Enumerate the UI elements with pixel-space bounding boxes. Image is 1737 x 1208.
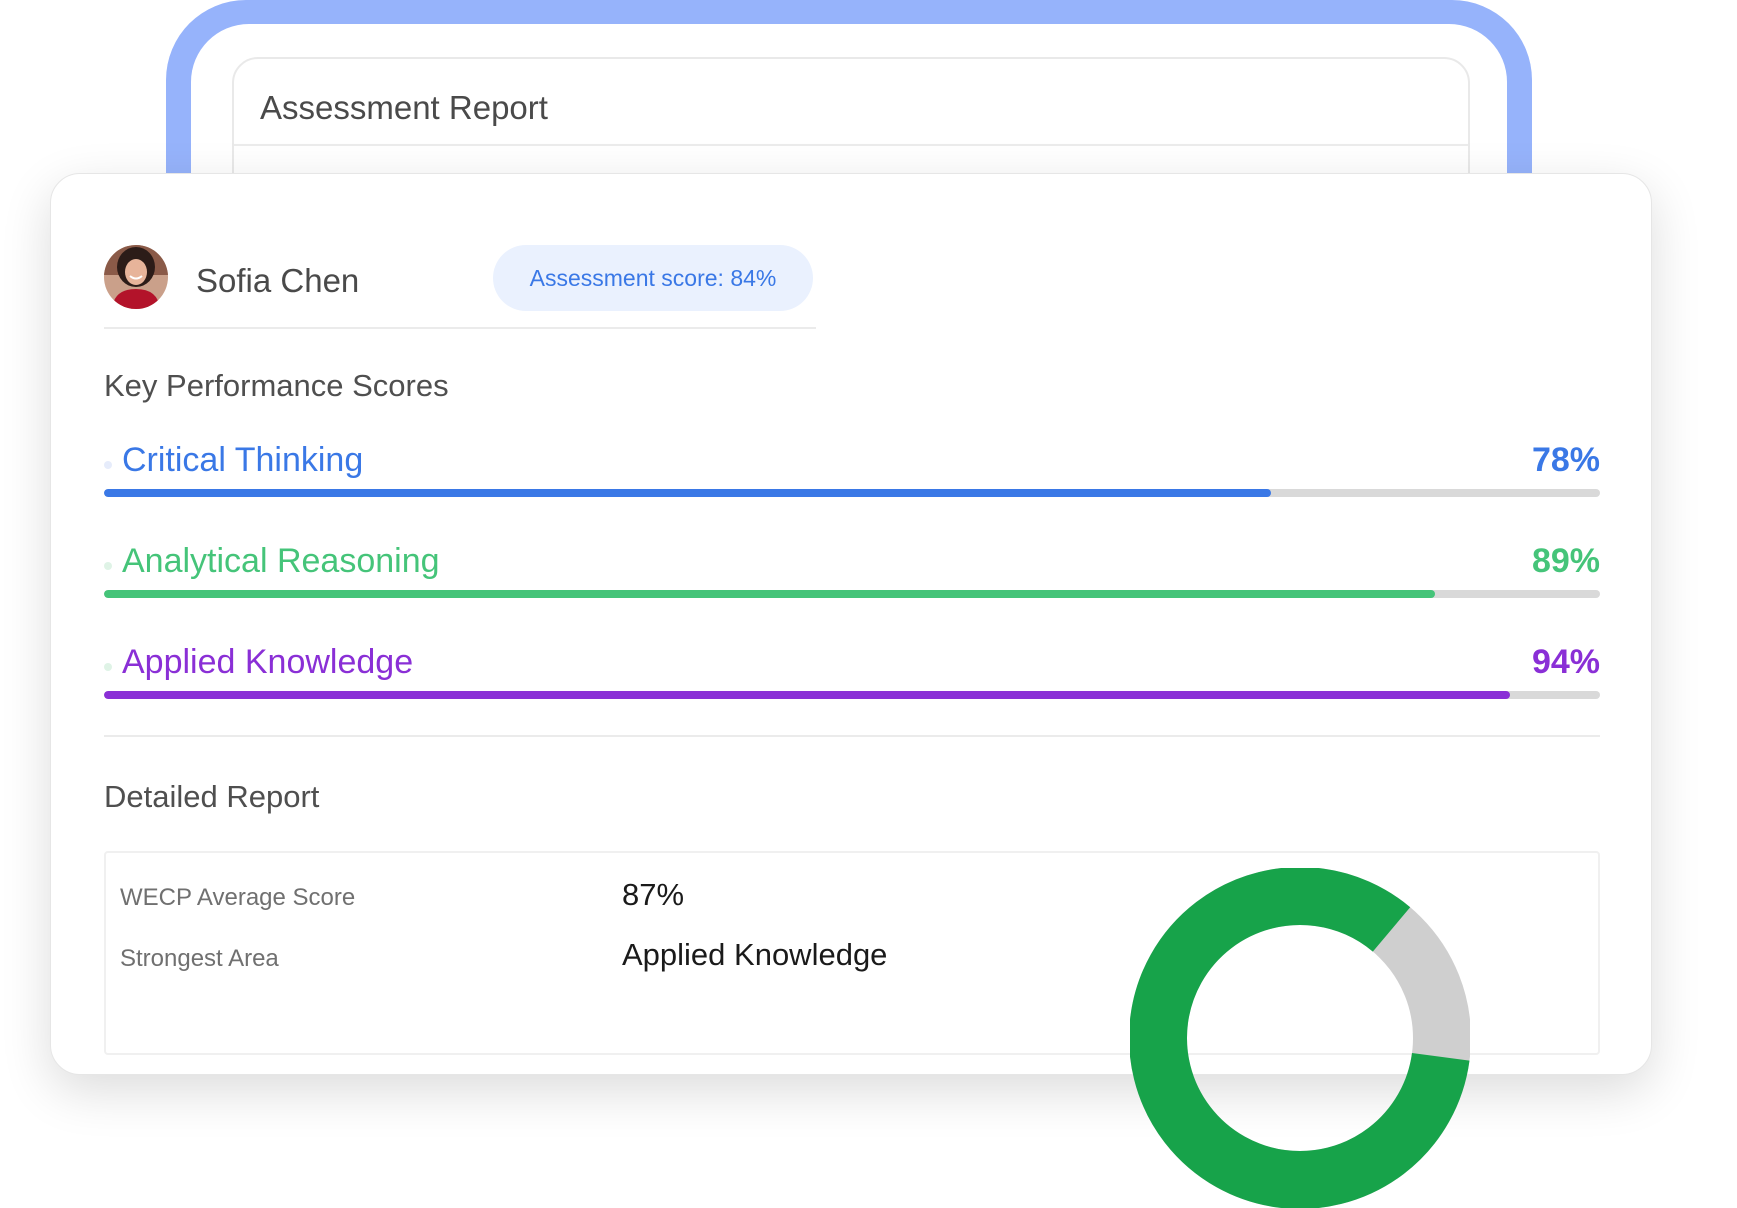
- metric-progress-track: [104, 489, 1600, 497]
- metric-value: 78%: [1531, 441, 1600, 479]
- back-card-divider: [234, 144, 1468, 146]
- detailed-report-title: Detailed Report: [104, 779, 320, 814]
- section-divider: [104, 735, 1600, 737]
- assessment-score-badge: Assessment score: 84%: [493, 245, 813, 311]
- detail-value-average: 87%: [622, 877, 685, 912]
- detail-value-strongest: Applied Knowledge: [622, 937, 888, 972]
- metric-dot: [104, 663, 112, 671]
- metric-critical-thinking: Critical Thinking 78%: [104, 441, 1600, 521]
- metric-progress-fill: [104, 489, 1271, 497]
- header-divider: [104, 327, 816, 329]
- avatar-portrait-icon: [104, 245, 168, 309]
- metric-label: Applied Knowledge: [122, 643, 414, 681]
- metric-analytical-reasoning: Analytical Reasoning 89%: [104, 542, 1600, 622]
- score-donut-chart: [1130, 868, 1470, 1208]
- metric-applied-knowledge: Applied Knowledge 94%: [104, 643, 1600, 723]
- candidate-avatar: [104, 245, 168, 309]
- metric-progress-fill: [104, 691, 1511, 699]
- key-performance-title: Key Performance Scores: [104, 368, 449, 403]
- detail-label-strongest: Strongest Area: [120, 945, 279, 972]
- candidate-name: Sofia Chen: [196, 262, 360, 299]
- assessment-report-title: Assessment Report: [260, 89, 548, 126]
- detail-label-average: WECP Average Score: [120, 884, 356, 911]
- metric-dot: [104, 562, 112, 570]
- metric-progress-fill: [104, 590, 1436, 598]
- metric-progress-track: [104, 691, 1600, 699]
- metric-dot: [104, 461, 112, 469]
- metric-progress-track: [104, 590, 1600, 598]
- metric-value: 94%: [1531, 643, 1600, 681]
- metric-value: 89%: [1531, 542, 1600, 580]
- metric-label: Analytical Reasoning: [122, 542, 440, 580]
- metric-label: Critical Thinking: [122, 441, 364, 479]
